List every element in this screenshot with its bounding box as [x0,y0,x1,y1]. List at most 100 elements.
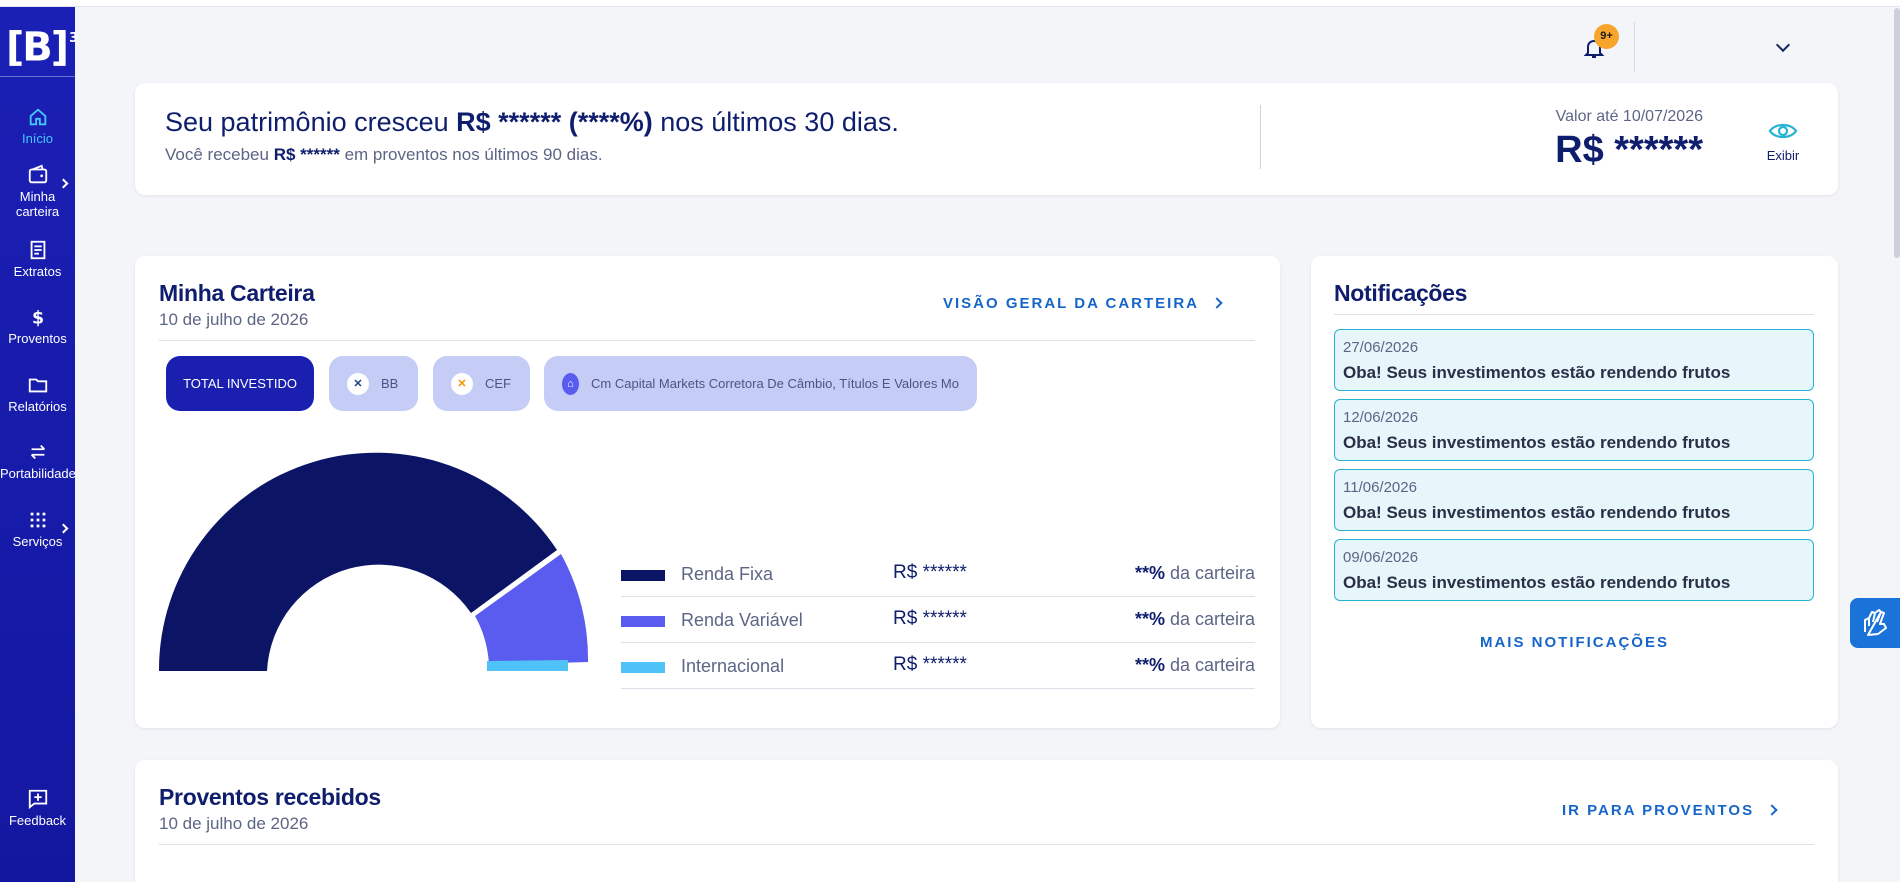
sidebar-item-minha-carteira[interactable]: Minha carteira [0,164,75,219]
sidebar-item-inicio[interactable]: Início [0,106,75,146]
logo-divider [0,76,75,77]
chip-label: Cm Capital Markets Corretora De Câmbio, … [591,376,959,391]
legend-percent-text: da carteira [1164,655,1255,675]
legend-value: R$ ****** [893,608,967,629]
legend-row-renda-variavel[interactable]: Renda Variável R$ ****** **% da carteira [621,597,1255,643]
chip-label: TOTAL INVESTIDO [183,376,297,391]
legend-name: Internacional [681,656,785,676]
b3-logo[interactable]: [B] 3 [6,21,78,71]
top-border [0,0,1900,7]
proventos-summary: Você recebeu R$ ****** em proventos nos … [165,145,603,165]
notification-date: 27/06/2026 [1343,339,1419,356]
notification-item[interactable]: 27/06/2026 Oba! Seus investimentos estão… [1334,329,1814,391]
sidebar-item-relatorios[interactable]: Relatórios [0,374,75,414]
bb-logo-icon: ✕ [347,372,369,395]
chip-label: CEF [485,376,511,391]
svg-text:$: $ [31,308,43,328]
chip-total-investido[interactable]: TOTAL INVESTIDO [166,356,314,411]
notificacoes-divider [1334,314,1814,315]
accessibility-button[interactable] [1850,598,1900,648]
headline-prefix: Seu patrimônio cresceu [165,107,457,137]
grid-icon [30,512,45,528]
notification-text: Oba! Seus investimentos estão rendendo f… [1343,433,1731,452]
sidebar-item-portabilidade[interactable]: Portabilidade [0,441,76,481]
ir-para-proventos-label: IR PARA PROVENTOS [1562,802,1755,819]
segment-internacional[interactable] [487,660,568,671]
wallet-icon [28,164,47,184]
notification-text: Oba! Seus investimentos estão rendendo f… [1343,503,1731,522]
sidebar-item-label: Serviços [12,534,63,549]
sidebar-item-label: Minha carteira [15,189,60,219]
notification-text: Oba! Seus investimentos estão rendendo f… [1343,573,1731,592]
legend-name: Renda Variável [681,610,803,630]
legend-percent: **% da carteira [1135,563,1255,584]
headline-amount: R$ ****** (****%) [456,107,653,137]
sidebar-item-feedback[interactable]: Feedback [0,788,75,828]
portfolio-donut-chart [159,452,589,671]
legend-name: Renda Fixa [681,564,774,584]
legend-percent: **% da carteira [1135,609,1255,630]
bank-icon: ⌂ [562,372,580,395]
chevron-right-icon [1211,297,1223,309]
legend-percent-value: **% [1134,609,1165,629]
legend-row-renda-fixa[interactable]: Renda Fixa R$ ****** **% da carteira [621,551,1255,597]
logo-text: [B] [6,24,69,71]
sign-language-icon [1864,609,1887,636]
chevron-right-icon [1766,804,1778,816]
scrollbar-thumb[interactable] [1894,8,1900,258]
feedback-icon [28,789,47,810]
carteira-divider [159,340,1255,341]
visao-geral-link[interactable]: VISÃO GERAL DA CARTEIRA [943,295,1223,312]
legend-percent-text: da carteira [1164,563,1255,583]
chip-cm-capital[interactable]: ⌂ Cm Capital Markets Corretora De Câmbio,… [544,356,977,411]
legend-percent-text: da carteira [1164,609,1255,629]
notification-item[interactable]: 12/06/2026 Oba! Seus investimentos estão… [1334,399,1814,461]
show-values-button[interactable]: Exibir [1758,121,1808,163]
notification-text: Oba! Seus investimentos estão rendendo f… [1343,363,1731,382]
chip-bb[interactable]: ✕ BB [329,356,418,411]
eye-icon [1768,123,1798,139]
chip-cef[interactable]: ✕ CEF [433,356,530,411]
proventos-title: Proventos recebidos [159,784,381,810]
notificacoes-card: Notificações 27/06/2026 Oba! Seus invest… [1311,256,1838,728]
patrimonio-headline: Seu patrimônio cresceu R$ ****** (****%)… [165,107,899,138]
legend-swatch [621,616,665,627]
ir-para-proventos-link[interactable]: IR PARA PROVENTOS [1562,802,1778,819]
user-menu-chevron-icon[interactable] [1775,37,1791,53]
sidebar-item-label: Feedback [8,813,67,828]
legend-percent-value: **% [1134,563,1165,583]
notification-item[interactable]: 11/06/2026 Oba! Seus investimentos estão… [1334,469,1814,531]
proventos-divider [159,844,1814,845]
chevron-right-icon [58,178,69,189]
folder-icon [28,378,47,393]
value-date-label: Valor até 10/07/2026 [1555,108,1703,125]
summary-prefix: Você recebeu [165,145,274,164]
home-icon [29,108,46,126]
legend-swatch [621,570,665,581]
notificacoes-title: Notificações [1334,280,1468,306]
notification-date: 09/06/2026 [1343,549,1419,566]
sidebar-item-extratos[interactable]: Extratos [0,239,75,279]
sidebar-item-label: Portabilidade [0,466,76,481]
mais-notificacoes-link[interactable]: MAIS NOTIFICAÇÕES [1311,634,1838,651]
logo-sup: 3 [69,31,78,46]
summary-suffix: em proventos nos últimos 90 dias. [339,145,603,164]
legend-value: R$ ****** [893,562,967,583]
legend-value: R$ ****** [893,654,967,675]
chip-label: BB [381,376,399,391]
legend-swatch [621,662,665,673]
banner-divider [1260,105,1261,169]
notification-date: 11/06/2026 [1343,479,1417,496]
sidebar-item-proventos[interactable]: $ Proventos [0,306,75,346]
legend-row-internacional[interactable]: Internacional R$ ****** **% da carteira [621,643,1255,689]
notification-item[interactable]: 09/06/2026 Oba! Seus investimentos estão… [1334,539,1814,601]
headline-suffix: nos últimos 30 dias. [652,107,899,137]
legend-percent-value: **% [1134,655,1165,675]
total-value: R$ ****** [1555,129,1703,171]
sidebar-item-servicos[interactable]: Serviços [0,509,75,549]
dollar-icon: $ [31,308,43,328]
patrimonio-banner: Seu patrimônio cresceu R$ ****** (****%)… [135,83,1838,195]
visao-geral-label: VISÃO GERAL DA CARTEIRA [943,295,1200,312]
topbar-divider [1634,22,1635,72]
sidebar-item-label: Proventos [8,331,67,346]
